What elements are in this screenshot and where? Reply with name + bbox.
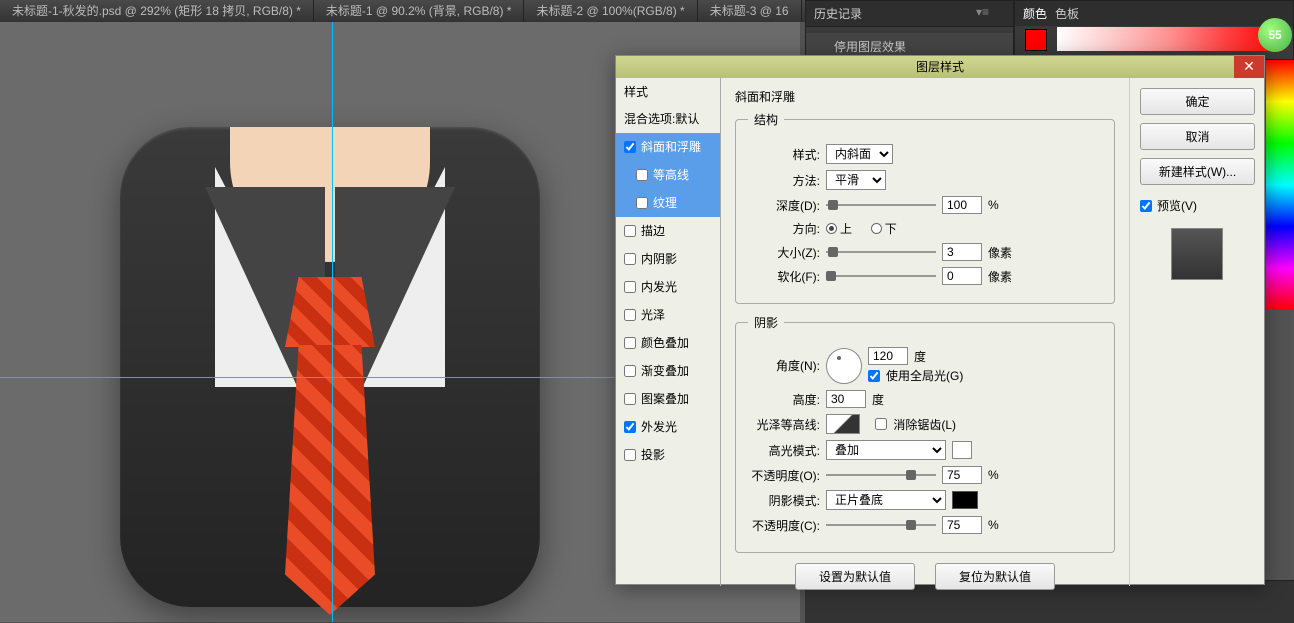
gloss-label: 光泽等高线:: [748, 416, 820, 433]
styles-list: 样式 混合选项:默认 斜面和浮雕 等高线 纹理 描边 内阴影 内发光 光泽 颜色…: [616, 78, 721, 586]
style-contour[interactable]: 等高线: [616, 161, 720, 189]
style-label: 样式:: [748, 146, 820, 163]
style-texture[interactable]: 纹理: [616, 189, 720, 217]
style-select[interactable]: 内斜面: [826, 144, 893, 164]
style-inner-shadow[interactable]: 内阴影: [616, 245, 720, 273]
style-grad-overlay[interactable]: 渐变叠加: [616, 357, 720, 385]
hilite-mode-select[interactable]: 叠加: [826, 440, 946, 460]
cancel-button[interactable]: 取消: [1140, 123, 1255, 150]
satin-check[interactable]: [624, 309, 636, 321]
shadow-mode-select[interactable]: 正片叠底: [826, 490, 946, 510]
gradoverlay-check[interactable]: [624, 365, 636, 377]
innerglow-check[interactable]: [624, 281, 636, 293]
close-button[interactable]: ✕: [1234, 56, 1264, 78]
style-satin[interactable]: 光泽: [616, 301, 720, 329]
contour-check[interactable]: [636, 169, 648, 181]
opacity2-slider[interactable]: [826, 518, 936, 532]
technique-select[interactable]: 平滑: [826, 170, 886, 190]
swatches-tab[interactable]: 色板: [1055, 5, 1079, 22]
section-title: 斜面和浮雕: [735, 88, 1115, 105]
antialias-check[interactable]: [875, 418, 887, 430]
size-label: 大小(Z):: [748, 244, 820, 261]
dialog-sidebar: 确定 取消 新建样式(W)... 预览(V): [1129, 78, 1264, 586]
opacity-slider[interactable]: [826, 468, 936, 482]
gloss-contour[interactable]: [826, 414, 860, 434]
reset-default-button[interactable]: 复位为默认值: [935, 563, 1055, 590]
angle-label: 角度(N):: [748, 357, 820, 374]
doc-tab[interactable]: 未标题-1 @ 90.2% (背景, RGB/8) *: [314, 0, 525, 22]
altitude-label: 高度:: [748, 391, 820, 408]
innershadow-check[interactable]: [624, 253, 636, 265]
dir-down-radio[interactable]: 下: [871, 220, 897, 237]
style-stroke[interactable]: 描边: [616, 217, 720, 245]
altitude-input[interactable]: [826, 390, 866, 408]
angle-dial[interactable]: [826, 348, 862, 384]
hue-strip[interactable]: [1266, 60, 1294, 310]
dir-up-radio[interactable]: 上: [826, 220, 852, 237]
shading-legend: 阴影: [748, 314, 784, 331]
style-outer-glow[interactable]: 外发光: [616, 413, 720, 441]
depth-slider[interactable]: [826, 198, 936, 212]
guide-vertical[interactable]: [332, 22, 333, 622]
new-style-button[interactable]: 新建样式(W)...: [1140, 158, 1255, 185]
history-panel: 历史记录 停用图层效果 ▾≡: [805, 0, 1014, 60]
color-ramp[interactable]: [1057, 27, 1283, 51]
style-drop-shadow[interactable]: 投影: [616, 441, 720, 469]
style-pat-overlay[interactable]: 图案叠加: [616, 385, 720, 413]
coloroverlay-check[interactable]: [624, 337, 636, 349]
depth-input[interactable]: [942, 196, 982, 214]
dropshadow-check[interactable]: [624, 449, 636, 461]
foreground-swatch[interactable]: [1025, 29, 1047, 51]
style-color-overlay[interactable]: 颜色叠加: [616, 329, 720, 357]
size-input[interactable]: [942, 243, 982, 261]
dialog-titlebar[interactable]: 图层样式 ✕: [616, 56, 1264, 78]
direction-label: 方向:: [748, 220, 820, 237]
depth-label: 深度(D):: [748, 197, 820, 214]
ok-button[interactable]: 确定: [1140, 88, 1255, 115]
artwork-suit-icon: [120, 127, 540, 607]
hilite-mode-label: 高光模式:: [748, 442, 820, 459]
opacity2-label: 不透明度(C):: [748, 517, 820, 534]
style-bevel[interactable]: 斜面和浮雕: [616, 133, 720, 161]
structure-group: 结构 样式:内斜面 方法:平滑 深度(D):% 方向:上 下 大小(Z):像素 …: [735, 111, 1115, 304]
make-default-button[interactable]: 设置为默认值: [795, 563, 915, 590]
patoverlay-check[interactable]: [624, 393, 636, 405]
technique-label: 方法:: [748, 172, 820, 189]
texture-check[interactable]: [636, 197, 648, 209]
soften-label: 软化(F):: [748, 268, 820, 285]
styles-header[interactable]: 样式: [616, 78, 720, 105]
stroke-check[interactable]: [624, 225, 636, 237]
shadow-mode-label: 阴影模式:: [748, 492, 820, 509]
opacity2-input[interactable]: [942, 516, 982, 534]
structure-legend: 结构: [748, 111, 784, 128]
shading-group: 阴影 角度(N): 度 使用全局光(G) 高度:度 光泽等高线: 消除锯齿(L)…: [735, 314, 1115, 553]
blend-options[interactable]: 混合选项:默认: [616, 105, 720, 133]
soften-input[interactable]: [942, 267, 982, 285]
hilite-color[interactable]: [952, 441, 972, 459]
doc-tab[interactable]: 未标题-3 @ 16: [698, 0, 802, 22]
global-light-check[interactable]: [868, 370, 880, 382]
preview-box: [1171, 228, 1223, 280]
size-slider[interactable]: [826, 245, 936, 259]
style-inner-glow[interactable]: 内发光: [616, 273, 720, 301]
preview-check[interactable]: [1140, 200, 1152, 212]
opacity-label: 不透明度(O):: [748, 467, 820, 484]
bevel-check[interactable]: [624, 141, 636, 153]
panel-menu-icon[interactable]: ▾≡: [976, 5, 989, 19]
opacity-input[interactable]: [942, 466, 982, 484]
outerglow-check[interactable]: [624, 421, 636, 433]
soften-slider[interactable]: [826, 269, 936, 283]
badge-55: 55: [1258, 18, 1292, 52]
angle-input[interactable]: [868, 347, 908, 365]
doc-tab[interactable]: 未标题-1-秋发的.psd @ 292% (矩形 18 拷贝, RGB/8) *: [0, 0, 314, 22]
color-tab[interactable]: 颜色: [1023, 5, 1047, 22]
dialog-title: 图层样式: [916, 56, 964, 78]
layer-style-dialog: 图层样式 ✕ 样式 混合选项:默认 斜面和浮雕 等高线 纹理 描边 内阴影 内发…: [615, 55, 1265, 585]
doc-tab[interactable]: 未标题-2 @ 100%(RGB/8) *: [524, 0, 697, 22]
color-panel: 颜色 色板: [1014, 0, 1294, 60]
bevel-settings: 斜面和浮雕 结构 样式:内斜面 方法:平滑 深度(D):% 方向:上 下 大小(…: [721, 78, 1129, 586]
shadow-color[interactable]: [952, 491, 978, 509]
